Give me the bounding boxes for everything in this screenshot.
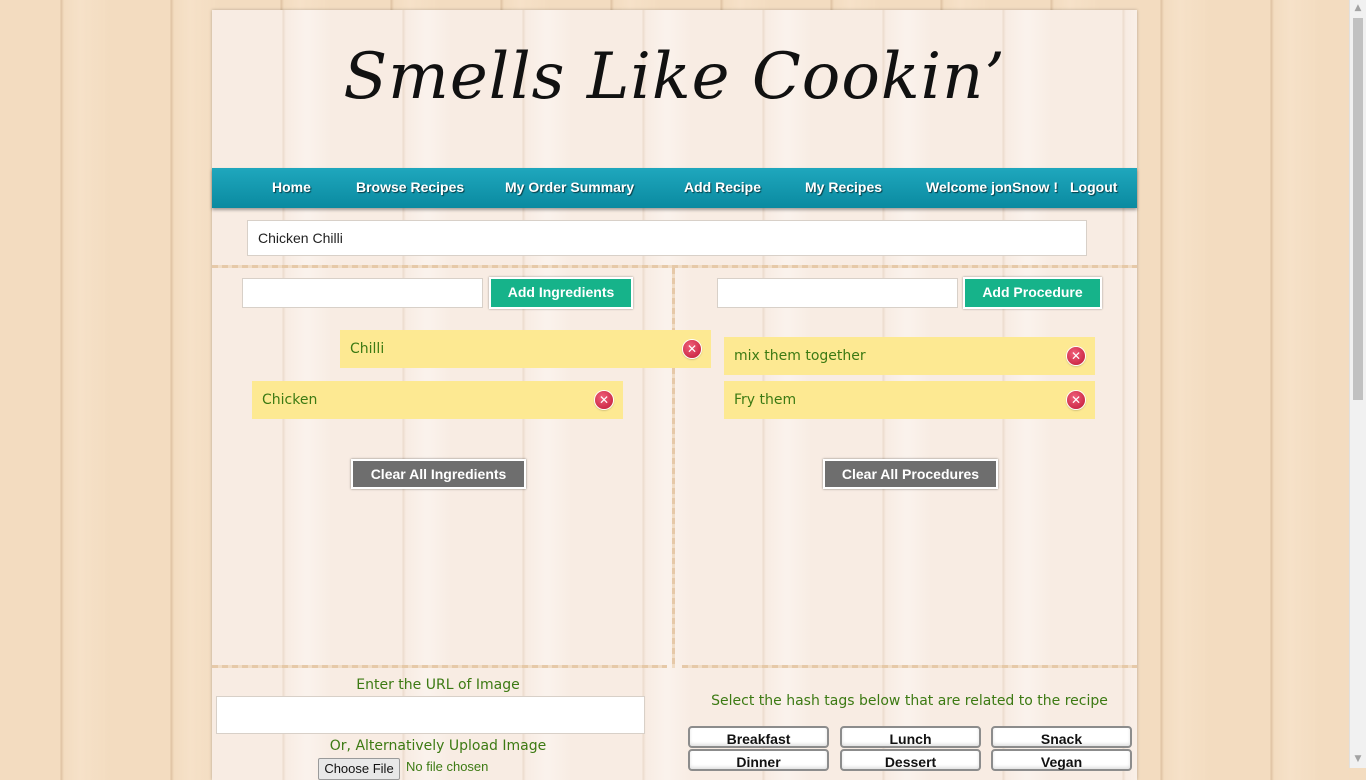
site-logo[interactable]: Smells Like Cookin’ [212, 40, 1137, 114]
nav-logout[interactable]: Logout [1070, 179, 1117, 195]
add-procedure-button[interactable]: Add Procedure [963, 277, 1102, 309]
remove-circle-icon[interactable]: ✕ [683, 340, 701, 358]
procedure-label: Fry them [734, 392, 797, 408]
nav-home[interactable]: Home [272, 179, 311, 195]
divider-bottom-left [212, 665, 667, 668]
page-container: Smells Like Cookin’ Home Browse Recipes … [212, 10, 1137, 780]
nav-add-recipe[interactable]: Add Recipe [684, 179, 761, 195]
ingredient-item: Chicken ✕ [252, 381, 623, 419]
vertical-scrollbar[interactable]: ▲ ▼ [1349, 0, 1366, 768]
remove-circle-icon[interactable]: ✕ [1067, 391, 1085, 409]
ingredient-item: Chilli ✕ [340, 330, 711, 368]
procedure-item: Fry them ✕ [724, 381, 1095, 419]
nav-browse-recipes[interactable]: Browse Recipes [356, 179, 464, 195]
add-ingredients-button[interactable]: Add Ingredients [489, 277, 633, 309]
image-url-input[interactable] [216, 696, 645, 734]
hashtag-prompt: Select the hash tags below that are rela… [711, 693, 1108, 709]
image-url-label: Enter the URL of Image [356, 677, 520, 693]
procedure-input[interactable] [717, 278, 958, 308]
divider-center [672, 268, 675, 668]
remove-circle-icon[interactable]: ✕ [595, 391, 613, 409]
tag-snack[interactable]: Snack [991, 726, 1132, 748]
nav-welcome-user: Welcome jonSnow ! [926, 179, 1058, 195]
scroll-down-icon[interactable]: ▼ [1350, 751, 1366, 768]
divider-bottom-right [682, 665, 1137, 668]
ingredient-label: Chicken [262, 392, 318, 408]
ingredient-label: Chilli [350, 341, 385, 357]
main-nav: Home Browse Recipes My Order Summary Add… [212, 168, 1137, 208]
ingredient-input[interactable] [242, 278, 483, 308]
clear-all-procedures-button[interactable]: Clear All Procedures [823, 459, 998, 489]
remove-circle-icon[interactable]: ✕ [1067, 347, 1085, 365]
clear-all-ingredients-button[interactable]: Clear All Ingredients [351, 459, 526, 489]
recipe-title-input[interactable]: Chicken Chilli [247, 220, 1087, 256]
choose-file-button[interactable]: Choose File [318, 758, 400, 780]
upload-image-label: Or, Alternatively Upload Image [329, 738, 547, 754]
nav-my-recipes[interactable]: My Recipes [805, 179, 882, 195]
procedure-item: mix them together ✕ [724, 337, 1095, 375]
procedure-label: mix them together [734, 348, 866, 364]
scroll-up-icon[interactable]: ▲ [1350, 0, 1366, 17]
file-status-text: No file chosen [406, 759, 489, 774]
tag-breakfast[interactable]: Breakfast [688, 726, 829, 748]
tag-lunch[interactable]: Lunch [840, 726, 981, 748]
scroll-thumb[interactable] [1353, 18, 1363, 400]
nav-my-order-summary[interactable]: My Order Summary [505, 179, 634, 195]
